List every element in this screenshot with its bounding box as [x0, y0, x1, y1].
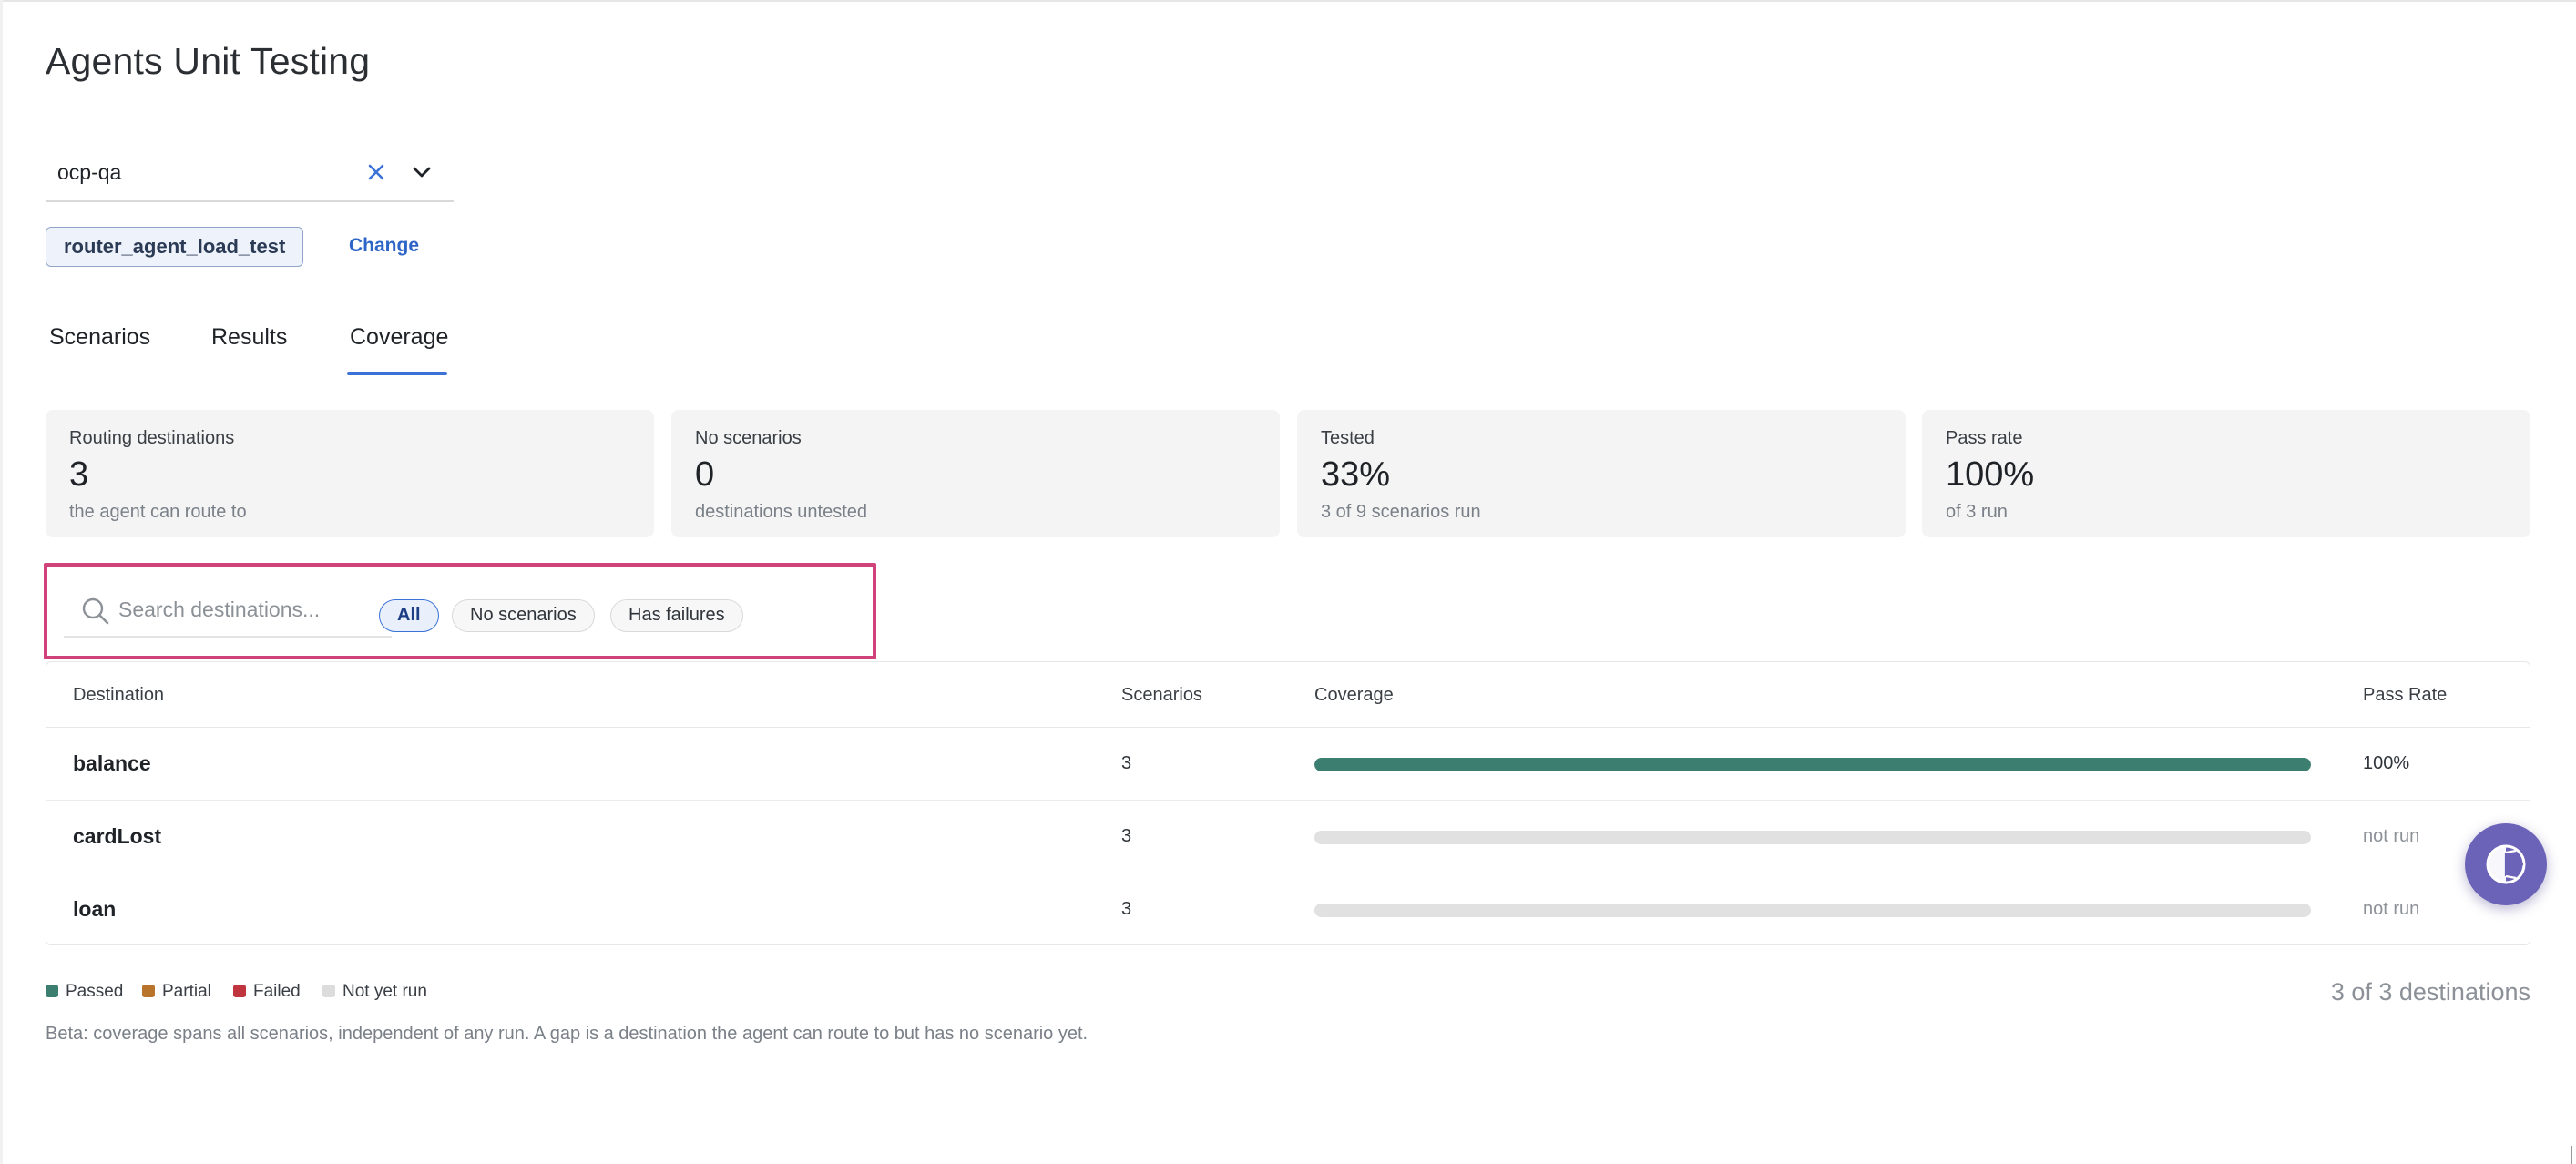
pass-rate: 100%: [2363, 753, 2410, 773]
stat-card-pass-rate: Pass rate 100% of 3 run: [1922, 410, 2530, 537]
page-title: Agents Unit Testing: [46, 40, 371, 82]
pass-rate: not run: [2363, 899, 2420, 919]
stat-card-no-scenarios: No scenarios 0 destinations untested: [671, 410, 1280, 537]
search-field: [64, 583, 392, 638]
table-row[interactable]: loan 3 not run: [46, 873, 2530, 946]
stat-subtext: 3 of 9 scenarios run: [1321, 502, 1481, 522]
help-assistant-button[interactable]: [2465, 823, 2547, 905]
stat-label: No scenarios: [695, 428, 802, 448]
stat-label: Pass rate: [1946, 428, 2023, 448]
stat-subtext: destinations untested: [695, 502, 868, 522]
stat-subtext: of 3 run: [1946, 502, 2008, 522]
stat-subtext: the agent can route to: [69, 502, 247, 522]
chevron-down-icon[interactable]: [408, 158, 435, 186]
table-header: Destination Scenarios Coverage Pass Rate: [46, 662, 2530, 728]
stat-value: 0: [695, 455, 715, 494]
stat-label: Routing destinations: [69, 428, 235, 448]
legend-item-failed: Failed: [233, 982, 301, 1002]
pass-rate: not run: [2363, 826, 2420, 846]
scenario-count: 3: [1121, 826, 1132, 846]
legend-swatch: [322, 985, 335, 997]
filter-bar: All No scenarios Has failures: [44, 563, 876, 659]
coverage-table: Destination Scenarios Coverage Pass Rate…: [46, 661, 2530, 945]
agent-select-value: ocp-qa: [57, 160, 122, 184]
left-edge: [0, 0, 3, 1164]
page-content: Agents Unit Testing ocp-qa router_agent_…: [44, 0, 2530, 1164]
agent-select[interactable]: ocp-qa: [46, 146, 454, 202]
column-header-destination[interactable]: Destination: [73, 685, 164, 706]
column-header-coverage[interactable]: Coverage: [1314, 685, 1394, 706]
stat-label: Tested: [1321, 428, 1375, 448]
legend-label: Partial: [162, 982, 211, 1001]
stat-value: 3: [69, 455, 89, 494]
column-header-scenarios[interactable]: Scenarios: [1121, 685, 1202, 706]
column-header-pass-rate[interactable]: Pass Rate: [2363, 685, 2447, 706]
legend-swatch: [46, 985, 58, 997]
legend-item-partial: Partial: [142, 982, 211, 1002]
stat-value: 100%: [1946, 455, 2035, 494]
coverage-bar: [1314, 758, 2311, 771]
change-agent-link[interactable]: Change: [349, 235, 419, 257]
legend-label: Not yet run: [342, 982, 427, 1001]
search-input[interactable]: [118, 592, 383, 627]
filter-pill-no-scenarios[interactable]: No scenarios: [452, 599, 595, 632]
coverage-bar: [1314, 831, 2311, 844]
legend-item-passed: Passed: [46, 982, 123, 1002]
tab-coverage[interactable]: Coverage: [350, 324, 448, 351]
selected-agent-chip: router_agent_load_test: [46, 227, 304, 267]
legend-label: Passed: [66, 982, 124, 1001]
tab-scenarios[interactable]: Scenarios: [49, 324, 150, 351]
coverage-bar: [1314, 904, 2311, 917]
scenario-count: 3: [1121, 899, 1132, 919]
beta-footnote: Beta: coverage spans all scenarios, inde…: [46, 1024, 1089, 1044]
table-row[interactable]: cardLost 3 not run: [46, 801, 2530, 873]
tab-results[interactable]: Results: [211, 324, 287, 351]
destination-name: cardLost: [73, 824, 162, 848]
stat-card-routing-destinations: Routing destinations 3 the agent can rou…: [46, 410, 654, 537]
stat-card-tested: Tested 33% 3 of 9 scenarios run: [1297, 410, 1906, 537]
legend-item-not-yet-run: Not yet run: [322, 982, 427, 1002]
help-assistant-icon: [2486, 844, 2526, 884]
active-tab-indicator: [347, 372, 447, 375]
destination-name: loan: [73, 897, 117, 921]
legend-label: Failed: [253, 982, 301, 1001]
coverage-bar-fill: [1314, 758, 2311, 771]
stat-value: 33%: [1321, 455, 1391, 494]
close-icon[interactable]: [363, 158, 390, 186]
filter-pill-has-failures[interactable]: Has failures: [610, 599, 743, 632]
filter-pill-all[interactable]: All: [379, 599, 439, 632]
legend-swatch: [142, 985, 155, 997]
search-icon: [80, 596, 111, 627]
destination-count: 3 of 3 destinations: [2330, 978, 2530, 1006]
table-row[interactable]: balance 3 100%: [46, 728, 2530, 801]
destination-name: balance: [73, 751, 151, 775]
scenario-count: 3: [1121, 753, 1132, 773]
window-corner-mark: [2571, 1146, 2572, 1164]
legend-swatch: [233, 985, 246, 997]
